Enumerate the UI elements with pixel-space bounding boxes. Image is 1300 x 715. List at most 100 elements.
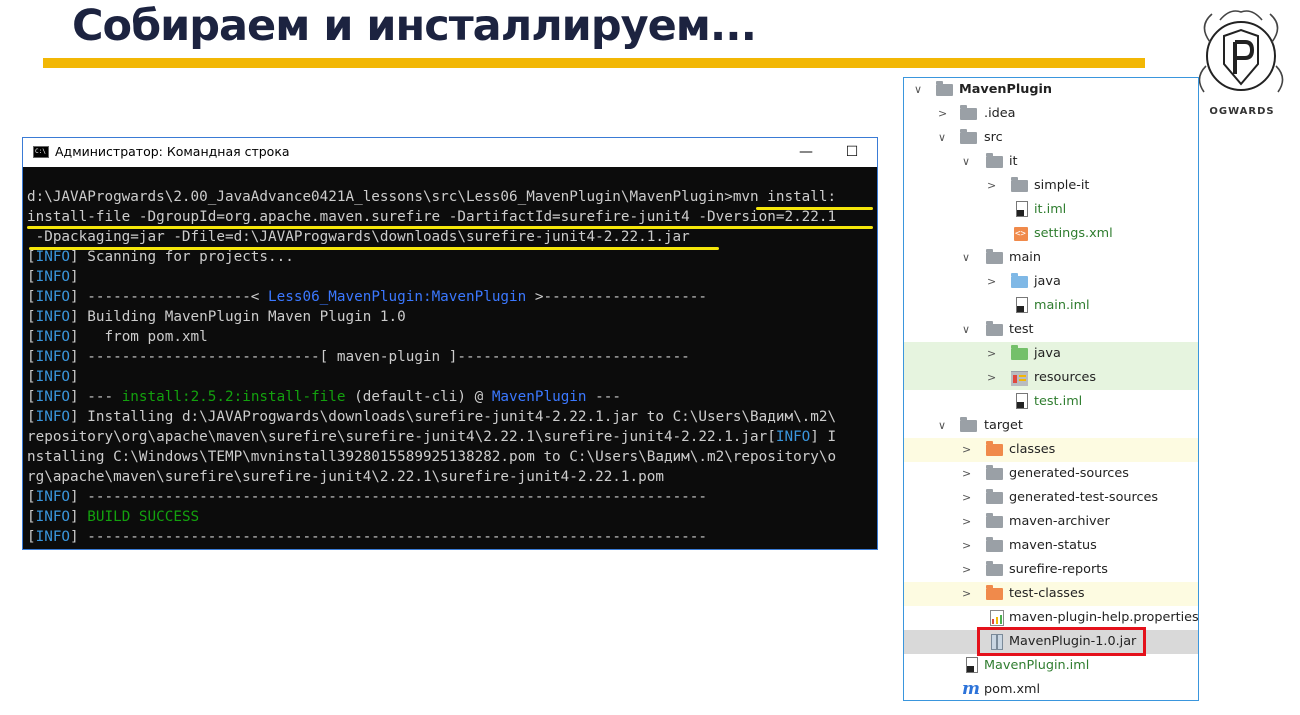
chevron-down-icon[interactable]: ∨	[962, 155, 972, 169]
chevron-right-icon[interactable]: >	[938, 107, 948, 121]
project-tree-panel[interactable]: ∨ MavenPlugin > .idea ∨ src ∨ it > simpl…	[903, 77, 1199, 701]
tree-item-simple-it[interactable]: > simple-it	[904, 174, 1198, 198]
jar-highlight-box	[977, 627, 1146, 656]
maximize-button[interactable]: ☐	[829, 138, 875, 167]
console-line: [INFO] from pom.xml	[27, 329, 208, 345]
console-line: [INFO] Scanning for projects...	[27, 249, 294, 265]
folder-icon	[986, 537, 1003, 552]
tree-item-mavenplugin[interactable]: ∨ MavenPlugin	[904, 78, 1198, 102]
chevron-right-icon[interactable]: >	[987, 371, 997, 385]
folder-icon	[986, 321, 1003, 336]
iml-file-icon	[966, 657, 978, 673]
command-text: mvn install:	[732, 189, 837, 205]
chevron-right-icon[interactable]: >	[987, 347, 997, 361]
xml-file-icon: <>	[1014, 227, 1028, 241]
source-folder-icon	[1011, 273, 1028, 288]
console-line: [INFO] -------------------< Less06_Maven…	[27, 289, 708, 305]
tree-item-generated-test-sources[interactable]: > generated-test-sources	[904, 486, 1198, 510]
folder-icon	[960, 105, 977, 120]
tree-item-target[interactable]: ∨ target	[904, 414, 1198, 438]
chevron-down-icon[interactable]: ∨	[962, 251, 972, 265]
tree-item-main-iml[interactable]: main.iml	[904, 294, 1198, 318]
tree-item-it[interactable]: ∨ it	[904, 150, 1198, 174]
close-button[interactable]	[875, 138, 877, 167]
output-folder-icon	[986, 585, 1003, 600]
command-highlight-underline	[27, 226, 873, 229]
chevron-right-icon[interactable]: >	[962, 515, 972, 529]
folder-icon	[986, 561, 1003, 576]
chevron-down-icon[interactable]: ∨	[914, 83, 924, 97]
tree-item-src[interactable]: ∨ src	[904, 126, 1198, 150]
console-app-icon: C:\	[33, 146, 49, 158]
chevron-right-icon[interactable]: >	[962, 539, 972, 553]
folder-icon	[986, 249, 1003, 264]
folder-icon	[960, 129, 977, 144]
prompt-path: d:\JAVAProgwards\2.00_JavaAdvance0421A_l…	[27, 189, 733, 205]
tree-item-test-java[interactable]: > java	[904, 342, 1198, 366]
chevron-right-icon[interactable]: >	[962, 443, 972, 457]
tree-item-classes[interactable]: > classes	[904, 438, 1198, 462]
minimize-button[interactable]: —	[783, 138, 829, 167]
tree-item-it-iml[interactable]: it.iml	[904, 198, 1198, 222]
chevron-right-icon[interactable]: >	[962, 491, 972, 505]
console-line: [INFO] ---------------------------------…	[27, 529, 708, 545]
resources-folder-icon	[1011, 371, 1028, 386]
console-line: repository\org\apache\maven\surefire\sur…	[27, 429, 837, 445]
chevron-down-icon[interactable]: ∨	[938, 131, 948, 145]
iml-file-icon	[1016, 297, 1028, 313]
console-line: [INFO] Building MavenPlugin Maven Plugin…	[27, 309, 406, 325]
chevron-right-icon[interactable]: >	[962, 563, 972, 577]
folder-icon	[986, 465, 1003, 480]
tree-item-main[interactable]: ∨ main	[904, 246, 1198, 270]
tree-item-mavenplugin-iml[interactable]: MavenPlugin.iml	[904, 654, 1198, 678]
chevron-down-icon[interactable]: ∨	[962, 323, 972, 337]
slide-title: Собираем и инсталлируем...	[72, 1, 757, 51]
tree-item-test-resources[interactable]: > resources	[904, 366, 1198, 390]
tree-item-settings-xml[interactable]: <> settings.xml	[904, 222, 1198, 246]
tree-item-test-iml[interactable]: test.iml	[904, 390, 1198, 414]
tree-item-maven-archiver[interactable]: > maven-archiver	[904, 510, 1198, 534]
folder-icon	[986, 153, 1003, 168]
properties-file-icon	[990, 610, 1004, 626]
chevron-down-icon[interactable]: ∨	[938, 419, 948, 433]
folder-icon	[986, 513, 1003, 528]
console-line: install-file -DgroupId=org.apache.maven.…	[27, 209, 837, 225]
console-line: [INFO]	[27, 369, 79, 385]
output-folder-icon	[986, 441, 1003, 456]
iml-file-icon	[1016, 201, 1028, 217]
tree-item-main-java[interactable]: > java	[904, 270, 1198, 294]
tree-item-generated-sources[interactable]: > generated-sources	[904, 462, 1198, 486]
chevron-right-icon[interactable]: >	[962, 467, 972, 481]
console-line: d:\JAVAProgwards\2.00_JavaAdvance0421A_l…	[27, 187, 836, 207]
maven-m-icon: m	[962, 679, 980, 699]
iml-file-icon	[1016, 393, 1028, 409]
tree-item-test[interactable]: ∨ test	[904, 318, 1198, 342]
tree-item-idea[interactable]: > .idea	[904, 102, 1198, 126]
console-line: [INFO] ---------------------------[ mave…	[27, 349, 690, 365]
chevron-right-icon[interactable]: >	[987, 275, 997, 289]
command-highlight-underline	[756, 207, 873, 210]
window-titlebar[interactable]: C:\ Администратор: Командная строка — ☐	[23, 138, 877, 167]
console-line: nstalling C:\Windows\TEMP\mvninstall3928…	[27, 449, 837, 465]
tree-item-maven-status[interactable]: > maven-status	[904, 534, 1198, 558]
tree-item-test-classes[interactable]: > test-classes	[904, 582, 1198, 606]
window-title: Администратор: Командная строка	[55, 144, 290, 159]
console-output[interactable]: d:\JAVAProgwards\2.00_JavaAdvance0421A_l…	[23, 167, 877, 549]
console-line: [INFO] Installing d:\JAVAProgwards\downl…	[27, 409, 837, 425]
tree-item-pom-xml[interactable]: m pom.xml	[904, 678, 1198, 700]
folder-icon	[960, 417, 977, 432]
chevron-right-icon[interactable]: >	[962, 587, 972, 601]
folder-icon	[986, 489, 1003, 504]
logo-wordmark: OGWARDS	[1209, 106, 1275, 117]
console-line: [INFO]	[27, 269, 79, 285]
console-line: [INFO] BUILD SUCCESS	[27, 509, 200, 525]
console-line: [INFO] --- install:2.5.2:install-file (d…	[27, 389, 621, 405]
console-line: rg\apache\maven\surefire\surefire-junit4…	[27, 469, 664, 485]
chevron-right-icon[interactable]: >	[987, 179, 997, 193]
command-prompt-window[interactable]: C:\ Администратор: Командная строка — ☐ …	[22, 137, 878, 550]
tree-item-surefire-reports[interactable]: > surefire-reports	[904, 558, 1198, 582]
test-folder-icon	[1011, 345, 1028, 360]
console-line: [INFO] ---------------------------------…	[27, 489, 708, 505]
title-underline-bar	[43, 58, 1145, 68]
folder-icon	[936, 81, 953, 96]
